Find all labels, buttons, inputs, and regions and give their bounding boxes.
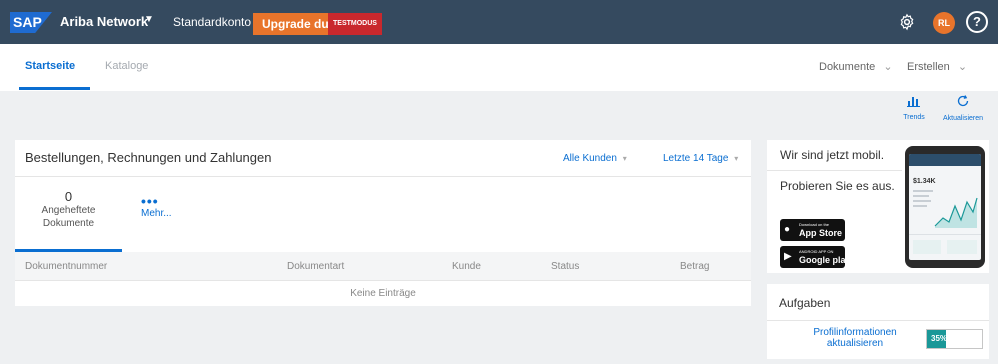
phone-mockup: $1.34K <box>905 146 985 268</box>
task-label-line-1: Profilinformationen <box>813 327 897 338</box>
chevron-down-icon[interactable]: ▼ <box>144 14 154 25</box>
gear-icon[interactable] <box>898 13 916 31</box>
more-label: Mehr... <box>141 208 172 219</box>
create-dropdown-label: Erstellen <box>907 61 950 73</box>
google-play-small-text: ANDROID APP ON <box>799 249 834 254</box>
task-progress-bar: 35% <box>926 329 983 349</box>
pinned-label-line-1: Angeheftete <box>41 205 96 216</box>
app-store-small-text: Download on the <box>799 222 830 227</box>
task-progress-label: 35% <box>931 334 948 343</box>
top-bar: SAP Ariba Network ▼ Standardkonto Upgrad… <box>0 0 998 44</box>
tab-catalogs[interactable]: Kataloge <box>105 60 148 72</box>
column-amount[interactable]: Betrag <box>680 261 709 272</box>
pinned-documents-tile[interactable]: 0 Angeheftete Dokumente <box>15 177 122 251</box>
column-customer[interactable]: Kunde <box>452 261 481 272</box>
refresh-icon <box>957 95 969 107</box>
google-play-text: Google play <box>799 255 851 265</box>
apple-icon: ● <box>784 224 791 235</box>
documents-dropdown-label: Dokumente <box>819 61 876 73</box>
divider <box>15 176 751 177</box>
task-update-profile-link[interactable]: Profilinformationen aktualisieren <box>791 327 919 349</box>
google-play-badge[interactable]: ▶ ANDROID APP ON Google play <box>780 246 851 268</box>
app-name[interactable]: Ariba Network <box>60 14 148 29</box>
bar-chart-icon <box>907 97 920 107</box>
period-filter-label: Letzte 14 Tage <box>663 153 729 164</box>
more-dots-icon: ••• <box>141 193 159 209</box>
create-dropdown[interactable]: Erstellen ⌄ <box>907 60 967 73</box>
column-document-number[interactable]: Dokumentnummer <box>25 261 107 272</box>
chevron-down-icon: ▾ <box>622 154 627 163</box>
divider <box>767 170 902 171</box>
orders-invoices-card: Bestellungen, Rechnungen und Zahlungen A… <box>15 140 751 306</box>
tab-home[interactable]: Startseite <box>25 60 75 72</box>
active-tab-indicator <box>19 87 90 90</box>
customer-filter[interactable]: Alle Kunden ▾ <box>563 153 627 164</box>
chevron-down-icon: ⌄ <box>957 61 968 73</box>
mobile-promo-card: Wir sind jetzt mobil. Probieren Sie es a… <box>767 140 989 273</box>
play-icon: ▶ <box>784 251 792 262</box>
phone-chart <box>909 190 981 254</box>
avatar[interactable]: RL <box>933 12 955 34</box>
promo-text: Probieren Sie es aus. <box>780 179 895 193</box>
tasks-card: Aufgaben Profilinformationen aktualisier… <box>767 284 989 359</box>
chevron-down-icon: ▾ <box>734 154 739 163</box>
promo-title: Wir sind jetzt mobil. <box>780 148 885 162</box>
documents-dropdown[interactable]: Dokumente ⌄ <box>819 60 893 73</box>
refresh-button[interactable]: Aktualisieren <box>928 94 998 122</box>
nav-bar: Startseite Kataloge Dokumente ⌄ Erstelle… <box>0 44 998 91</box>
pinned-count: 0 <box>64 189 73 204</box>
table-header: Dokumentnummer Dokumentart Kunde Status … <box>15 252 751 280</box>
pinned-label-line-2: Dokumente <box>42 218 95 229</box>
card-title: Bestellungen, Rechnungen und Zahlungen <box>25 150 272 165</box>
chevron-down-icon: ⌄ <box>883 61 893 73</box>
tasks-title: Aufgaben <box>779 296 831 310</box>
column-document-type[interactable]: Dokumentart <box>287 261 344 272</box>
task-label-line-2: aktualisieren <box>826 338 884 349</box>
upgrade-button[interactable]: Upgrade dur <box>253 13 328 35</box>
column-status[interactable]: Status <box>551 261 579 272</box>
test-mode-badge: TESTMODUS <box>328 13 382 35</box>
divider <box>767 320 989 321</box>
period-filter[interactable]: Letzte 14 Tage ▾ <box>663 153 738 164</box>
trends-button[interactable]: Trends <box>898 94 930 121</box>
account-type: Standardkonto <box>173 15 252 29</box>
more-button[interactable]: ••• Mehr... <box>141 193 172 219</box>
customer-filter-label: Alle Kunden <box>563 153 617 164</box>
refresh-label: Aktualisieren <box>942 115 984 122</box>
app-store-text: App Store <box>799 228 843 238</box>
help-icon[interactable]: ? <box>966 11 988 33</box>
app-store-badge[interactable]: ● Download on the App Store <box>780 219 845 241</box>
trends-label: Trends <box>903 114 925 121</box>
sap-logo[interactable]: SAP <box>10 12 52 33</box>
phone-screen: $1.34K <box>909 154 981 260</box>
empty-table-message: Keine Einträge <box>15 280 751 306</box>
